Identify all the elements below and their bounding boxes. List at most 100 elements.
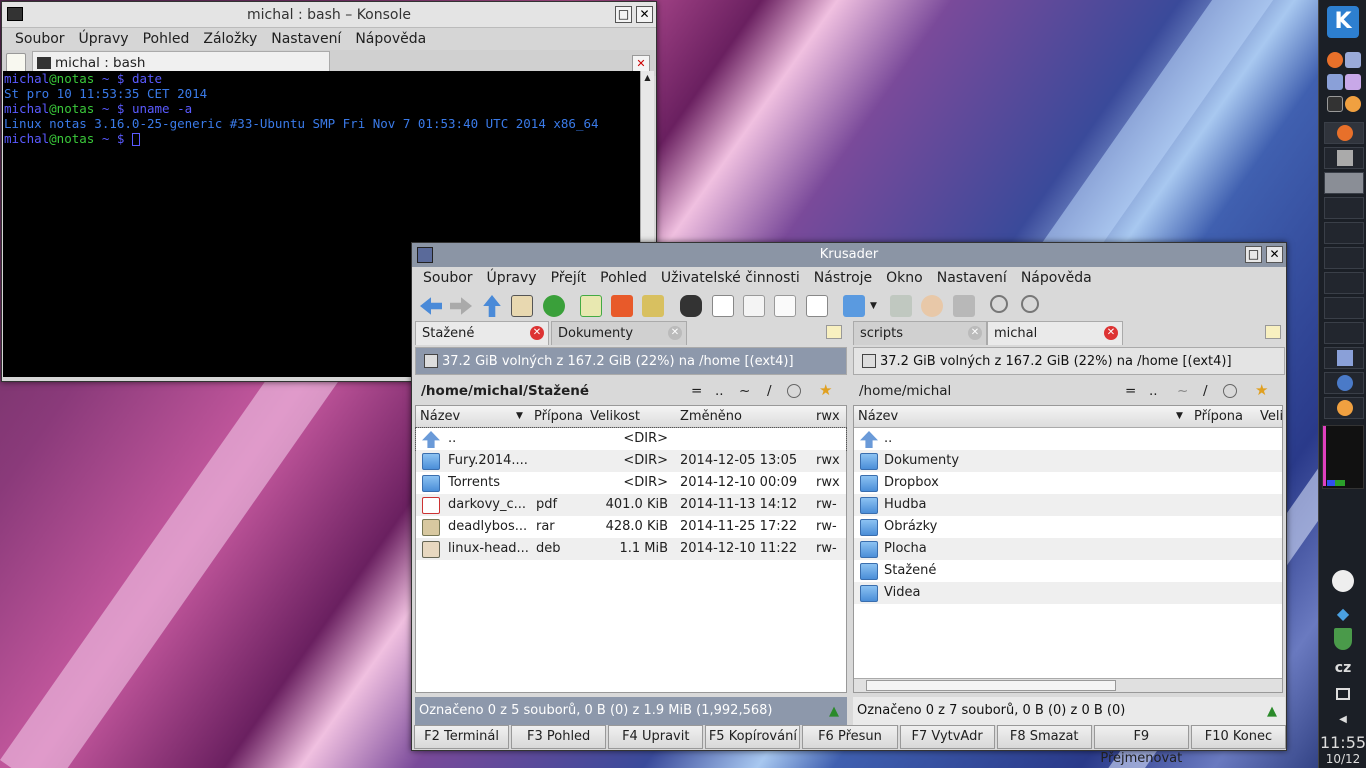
triangle-up-icon[interactable]: ▲ [1267,704,1277,719]
col-ext[interactable]: Přípona [1194,409,1243,424]
news-icon[interactable] [1327,74,1343,90]
table-row[interactable]: Dropbox [854,472,1282,494]
network-icon[interactable] [1319,688,1366,704]
bookmark-star-icon[interactable]: ★ [819,381,832,399]
menu-item[interactable]: Úpravy [480,270,544,286]
fkey-button[interactable]: F9 Přejmenovat [1093,725,1189,766]
table-row[interactable]: .. [854,428,1282,450]
clock-date[interactable]: 10/12 [1319,752,1366,766]
col-name[interactable]: Název [858,409,898,424]
menu-item[interactable]: Pohled [593,270,654,286]
fkey-button[interactable]: F8 Smazat [996,725,1092,749]
path-equal-button[interactable]: = [1125,383,1136,399]
close-tab-icon[interactable]: ✕ [530,326,544,340]
path-home-button[interactable]: ~ [739,383,750,399]
banshee-icon[interactable] [1345,96,1361,112]
fkey-button[interactable]: F3 Pohled [511,725,607,749]
table-row[interactable]: Torrents <DIR> 2014-12-10 00:09 rwx [416,472,846,494]
task-banshee[interactable] [1324,397,1364,419]
maximize-button[interactable]: □ [1245,246,1262,263]
menu-item[interactable]: Soubor [8,31,72,47]
konsole-launcher-icon[interactable] [1327,96,1343,112]
new-tab-icon[interactable] [826,325,842,339]
pager-desktop-4[interactable] [1324,247,1364,269]
broom-icon[interactable] [890,295,912,317]
pidgin-icon[interactable] [1345,52,1361,68]
konsole-app-icon[interactable] [7,7,23,21]
refresh-icon[interactable] [543,295,565,317]
path-equal-button[interactable]: = [691,383,702,399]
fkey-button[interactable]: F4 Upravit [608,725,704,749]
tab-scripts[interactable]: scripts ✕ [853,321,987,345]
path-parent-button[interactable]: .. [1149,383,1158,399]
scroll-thumb[interactable] [866,680,1116,691]
horizontal-scrollbar[interactable] [854,678,1282,692]
krusader-titlebar[interactable]: Krusader □ ✕ [412,243,1286,267]
col-size[interactable]: Velikost [590,409,640,424]
fkey-button[interactable]: F2 Terminál [414,725,510,749]
network-icon[interactable] [843,295,865,317]
forward-arrow-icon[interactable] [450,297,472,315]
pager-desktop-6[interactable] [1324,297,1364,319]
ghost-icon[interactable] [1345,74,1361,90]
history-icon[interactable] [1223,384,1237,398]
search-binoculars-icon[interactable] [680,295,702,317]
pager-desktop-7[interactable] [1324,322,1364,344]
up-arrow-icon[interactable] [483,295,501,317]
clock-time[interactable]: 11:55 [1319,733,1366,752]
task-krusader[interactable] [1324,347,1364,369]
close-tab-icon[interactable]: ✕ [968,326,982,340]
scroll-up-arrow-icon[interactable]: ▲ [641,71,654,85]
add-document-icon[interactable] [806,295,828,317]
fkey-button[interactable]: F6 Přesun [802,725,898,749]
shield-icon[interactable] [1319,628,1366,654]
col-name[interactable]: Název [420,409,460,424]
pager-desktop-5[interactable] [1324,272,1364,294]
chevron-down-icon[interactable]: ▼ [870,301,877,311]
path-home-button[interactable]: ~ [1177,383,1188,399]
close-button[interactable]: ✕ [636,6,653,23]
bookmark-star-icon[interactable]: ★ [1255,381,1268,399]
zoom-in-icon[interactable] [990,295,1008,313]
home-icon[interactable] [511,295,533,317]
menu-item[interactable]: Úpravy [72,31,136,47]
table-row[interactable]: Fury.2014.... <DIR> 2014-12-05 13:05 rwx [416,450,846,472]
table-row[interactable]: Obrázky [854,516,1282,538]
unselect-icon[interactable] [611,295,633,317]
new-tab-icon[interactable] [6,53,26,73]
pager-desktop-3[interactable] [1324,222,1364,244]
table-row[interactable]: linux-head... deb 1.1 MiB 2014-12-10 11:22 r… [416,538,846,560]
col-perm[interactable]: rwx [816,409,840,424]
close-button[interactable]: ✕ [1266,246,1283,263]
user-icon[interactable] [921,295,943,317]
trash-icon[interactable] [953,295,975,317]
table-row[interactable]: Videa [854,582,1282,604]
table-row[interactable]: deadlybos... rar 428.0 KiB 2014-11-25 17:22… [416,516,846,538]
triangle-up-icon[interactable]: ▲ [829,704,839,719]
menu-item[interactable]: Nástroje [807,270,879,286]
sort-chevron-icon[interactable]: ▼ [1176,411,1183,421]
path-parent-button[interactable]: .. [715,383,724,399]
new-tab-icon[interactable] [1265,325,1281,339]
history-icon[interactable] [787,384,801,398]
back-arrow-icon[interactable] [420,297,442,315]
col-date[interactable]: Změněno [680,409,742,424]
copy-icon[interactable] [743,295,765,317]
close-tab-icon[interactable]: ✕ [1104,326,1118,340]
path-root-button[interactable]: / [1203,383,1208,399]
table-row[interactable]: Plocha [854,538,1282,560]
col-size[interactable]: Veli [1260,409,1283,424]
konsole-titlebar[interactable]: michal : bash – Konsole □ ✕ [2,2,656,28]
task-pidgin[interactable] [1324,372,1364,394]
menu-item[interactable]: Nastavení [930,270,1014,286]
kde-menu-icon[interactable]: K [1327,6,1359,38]
fkey-button[interactable]: F5 Kopírování [705,725,801,749]
system-monitor-graph[interactable] [1322,425,1364,489]
clipboard-icon[interactable] [642,295,664,317]
menu-item[interactable]: Okno [879,270,930,286]
maximize-button[interactable]: □ [615,6,632,23]
table-row[interactable]: darkovy_c... pdf 401.0 KiB 2014-11-13 14:12… [416,494,846,516]
tab-stazene[interactable]: Stažené ✕ [415,321,549,345]
keyboard-layout[interactable]: cz [1319,660,1366,676]
klipper-icon[interactable] [1319,570,1366,596]
